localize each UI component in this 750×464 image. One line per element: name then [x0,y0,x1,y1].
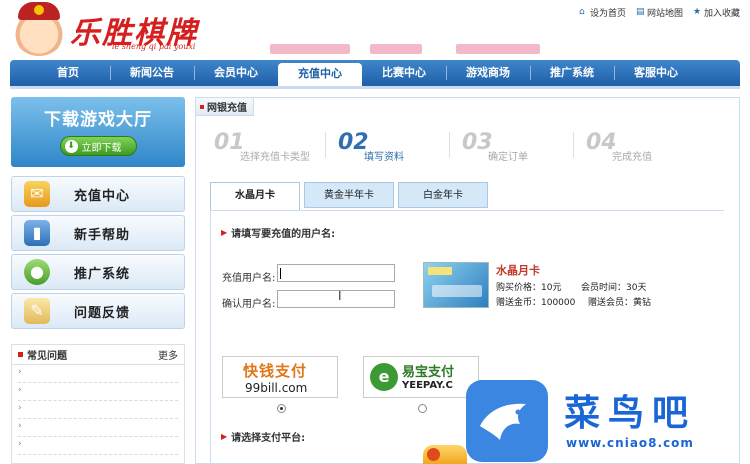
top-links: ⌂ 设为首页 ▤ 网站地图 ★ 加入收藏 [578,6,740,20]
product-duration: 会员时间：30天 [581,283,647,293]
nav-underline [10,86,740,89]
square-bullet-icon [18,352,23,357]
faq-box: 常见问题 更多 [11,344,185,464]
set-homepage-link[interactable]: ⌂ 设为首页 [578,6,626,20]
tab-gold-halfyear-card[interactable]: 黄金半年卡 [304,182,394,208]
yeepay-logo-icon: e [370,363,398,391]
step-4: 04 完成充值 [586,130,652,163]
watermark-text: 菜鸟吧 [564,392,697,434]
username-input[interactable] [277,264,395,282]
nav-news[interactable]: 新闻公告 [110,60,194,86]
confirm-username-label: 确认用户名: [222,299,276,310]
promotion-icon: ● [24,259,50,285]
nav-recharge-center[interactable]: 充值中心 [278,63,362,86]
site-logo[interactable]: 乐胜棋牌 le sheng qi pai youxi [12,2,212,56]
text-cursor-icon: I [338,289,342,303]
step-2: 02 填写资料 [338,130,462,163]
star-icon: ★ [692,7,702,17]
watermark-url: www.cniao8.com [566,436,694,450]
nav-game-mall[interactable]: 游戏商场 [446,60,530,86]
payment-99bill-radio[interactable] [277,404,286,413]
crystal-card-image [423,262,489,308]
help-book-icon: ▮ [24,220,50,246]
payment-99bill[interactable]: 快钱支付 99bill.com [222,356,338,398]
logo-subtitle: le sheng qi pai youxi [112,42,196,51]
payment-yeepay[interactable]: e 易宝支付 YEEPAY.C [363,356,479,398]
nav-customer-service[interactable]: 客服中心 [614,60,698,86]
sidebar-item-recharge[interactable]: ✉ 充值中心 [11,176,185,212]
product-price: 购买价格：10元 [496,283,562,293]
faq-item[interactable] [18,401,178,419]
username-label: 充值用户名: [222,273,276,284]
text-caret [280,268,281,279]
step-1: 01 选择充值卡类型 [214,130,338,163]
online-bank-recharge-tab[interactable]: 网银充值 [196,98,254,116]
recharge-steps: 01 选择充值卡类型 02 填写资料 03 确定订单 04 完成充值 [214,130,710,163]
payment-yeepay-radio[interactable] [418,404,427,413]
map-icon: ▤ [635,7,645,17]
download-now-button[interactable]: ⬇ 立即下载 [59,136,137,156]
product-member: 赠送会员：黄钻 [588,298,652,308]
pay-99bill-domain: 99bill.com [245,381,308,395]
submit-button[interactable] [423,445,467,464]
nav-match-center[interactable]: 比赛中心 [362,60,446,86]
nav-promotion[interactable]: 推广系统 [530,60,614,86]
product-gold: 赠送金币：100000 [496,298,576,308]
arrow-bullet-icon: ▶ [221,228,228,237]
sidebar-item-feedback[interactable]: ✎ 问题反馈 [11,293,185,329]
faq-item[interactable] [18,419,178,437]
site-header: 乐胜棋牌 le sheng qi pai youxi ⌂ 设为首页 ▤ 网站地图 ★… [0,0,750,60]
download-title: 下载游戏大厅 [44,110,152,130]
pay-99bill-name: 快钱支付 [243,362,308,380]
main-nav: 首页 新闻公告 会员中心 充值中心 比赛中心 游戏商场 推广系统 客服中心 [10,60,740,86]
faq-title: 常见问题 [27,351,67,362]
tab-crystal-month-card[interactable]: 水晶月卡 [210,182,300,211]
sidebar-item-promotion[interactable]: ● 推广系统 [11,254,185,290]
house-icon: ⌂ [578,7,585,17]
bird-logo-icon [466,380,548,462]
faq-item[interactable] [18,383,178,401]
pay-yeepay-name: 易宝支付 [402,365,455,380]
nav-member-center[interactable]: 会员中心 [194,60,278,86]
section-payment-title: ▶ 请选择支付平台: [221,432,306,444]
pay-yeepay-domain: YEEPAY.C [402,380,453,391]
sidebar-menu: ✉ 充值中心 ▮ 新手帮助 ● 推广系统 ✎ 问题反馈 [11,176,185,332]
card-type-tabs: 水晶月卡 黄金半年卡 白金年卡 [210,182,488,211]
step-3: 03 确定订单 [462,130,586,163]
product-name: 水晶月卡 [496,264,540,277]
sidebar-item-help[interactable]: ▮ 新手帮助 [11,215,185,251]
watermark: 菜鸟吧 www.cniao8.com [466,380,746,462]
blurred-banner-text [270,44,540,54]
download-lobby-banner[interactable]: 下载游戏大厅 ⬇ 立即下载 [11,97,185,167]
tab-platinum-year-card[interactable]: 白金年卡 [398,182,488,208]
nav-home[interactable]: 首页 [26,60,110,86]
sitemap-link[interactable]: ▤ 网站地图 [635,6,683,20]
square-bullet-icon [200,104,204,109]
add-favorite-link[interactable]: ★ 加入收藏 [692,6,740,20]
confirm-username-input[interactable] [277,290,395,308]
section-username-title: ▶ 请填写要充值的用户名: [221,228,336,240]
faq-more-link[interactable]: 更多 [158,347,178,362]
feedback-icon: ✎ [24,298,50,324]
faq-item[interactable] [18,365,178,383]
mascot-hat-icon [18,2,60,20]
faq-header: 常见问题 更多 [12,345,184,365]
arrow-bullet-icon: ▶ [221,432,228,441]
download-arrow-icon: ⬇ [64,139,78,153]
recharge-icon: ✉ [24,181,50,207]
faq-item[interactable] [18,437,178,455]
